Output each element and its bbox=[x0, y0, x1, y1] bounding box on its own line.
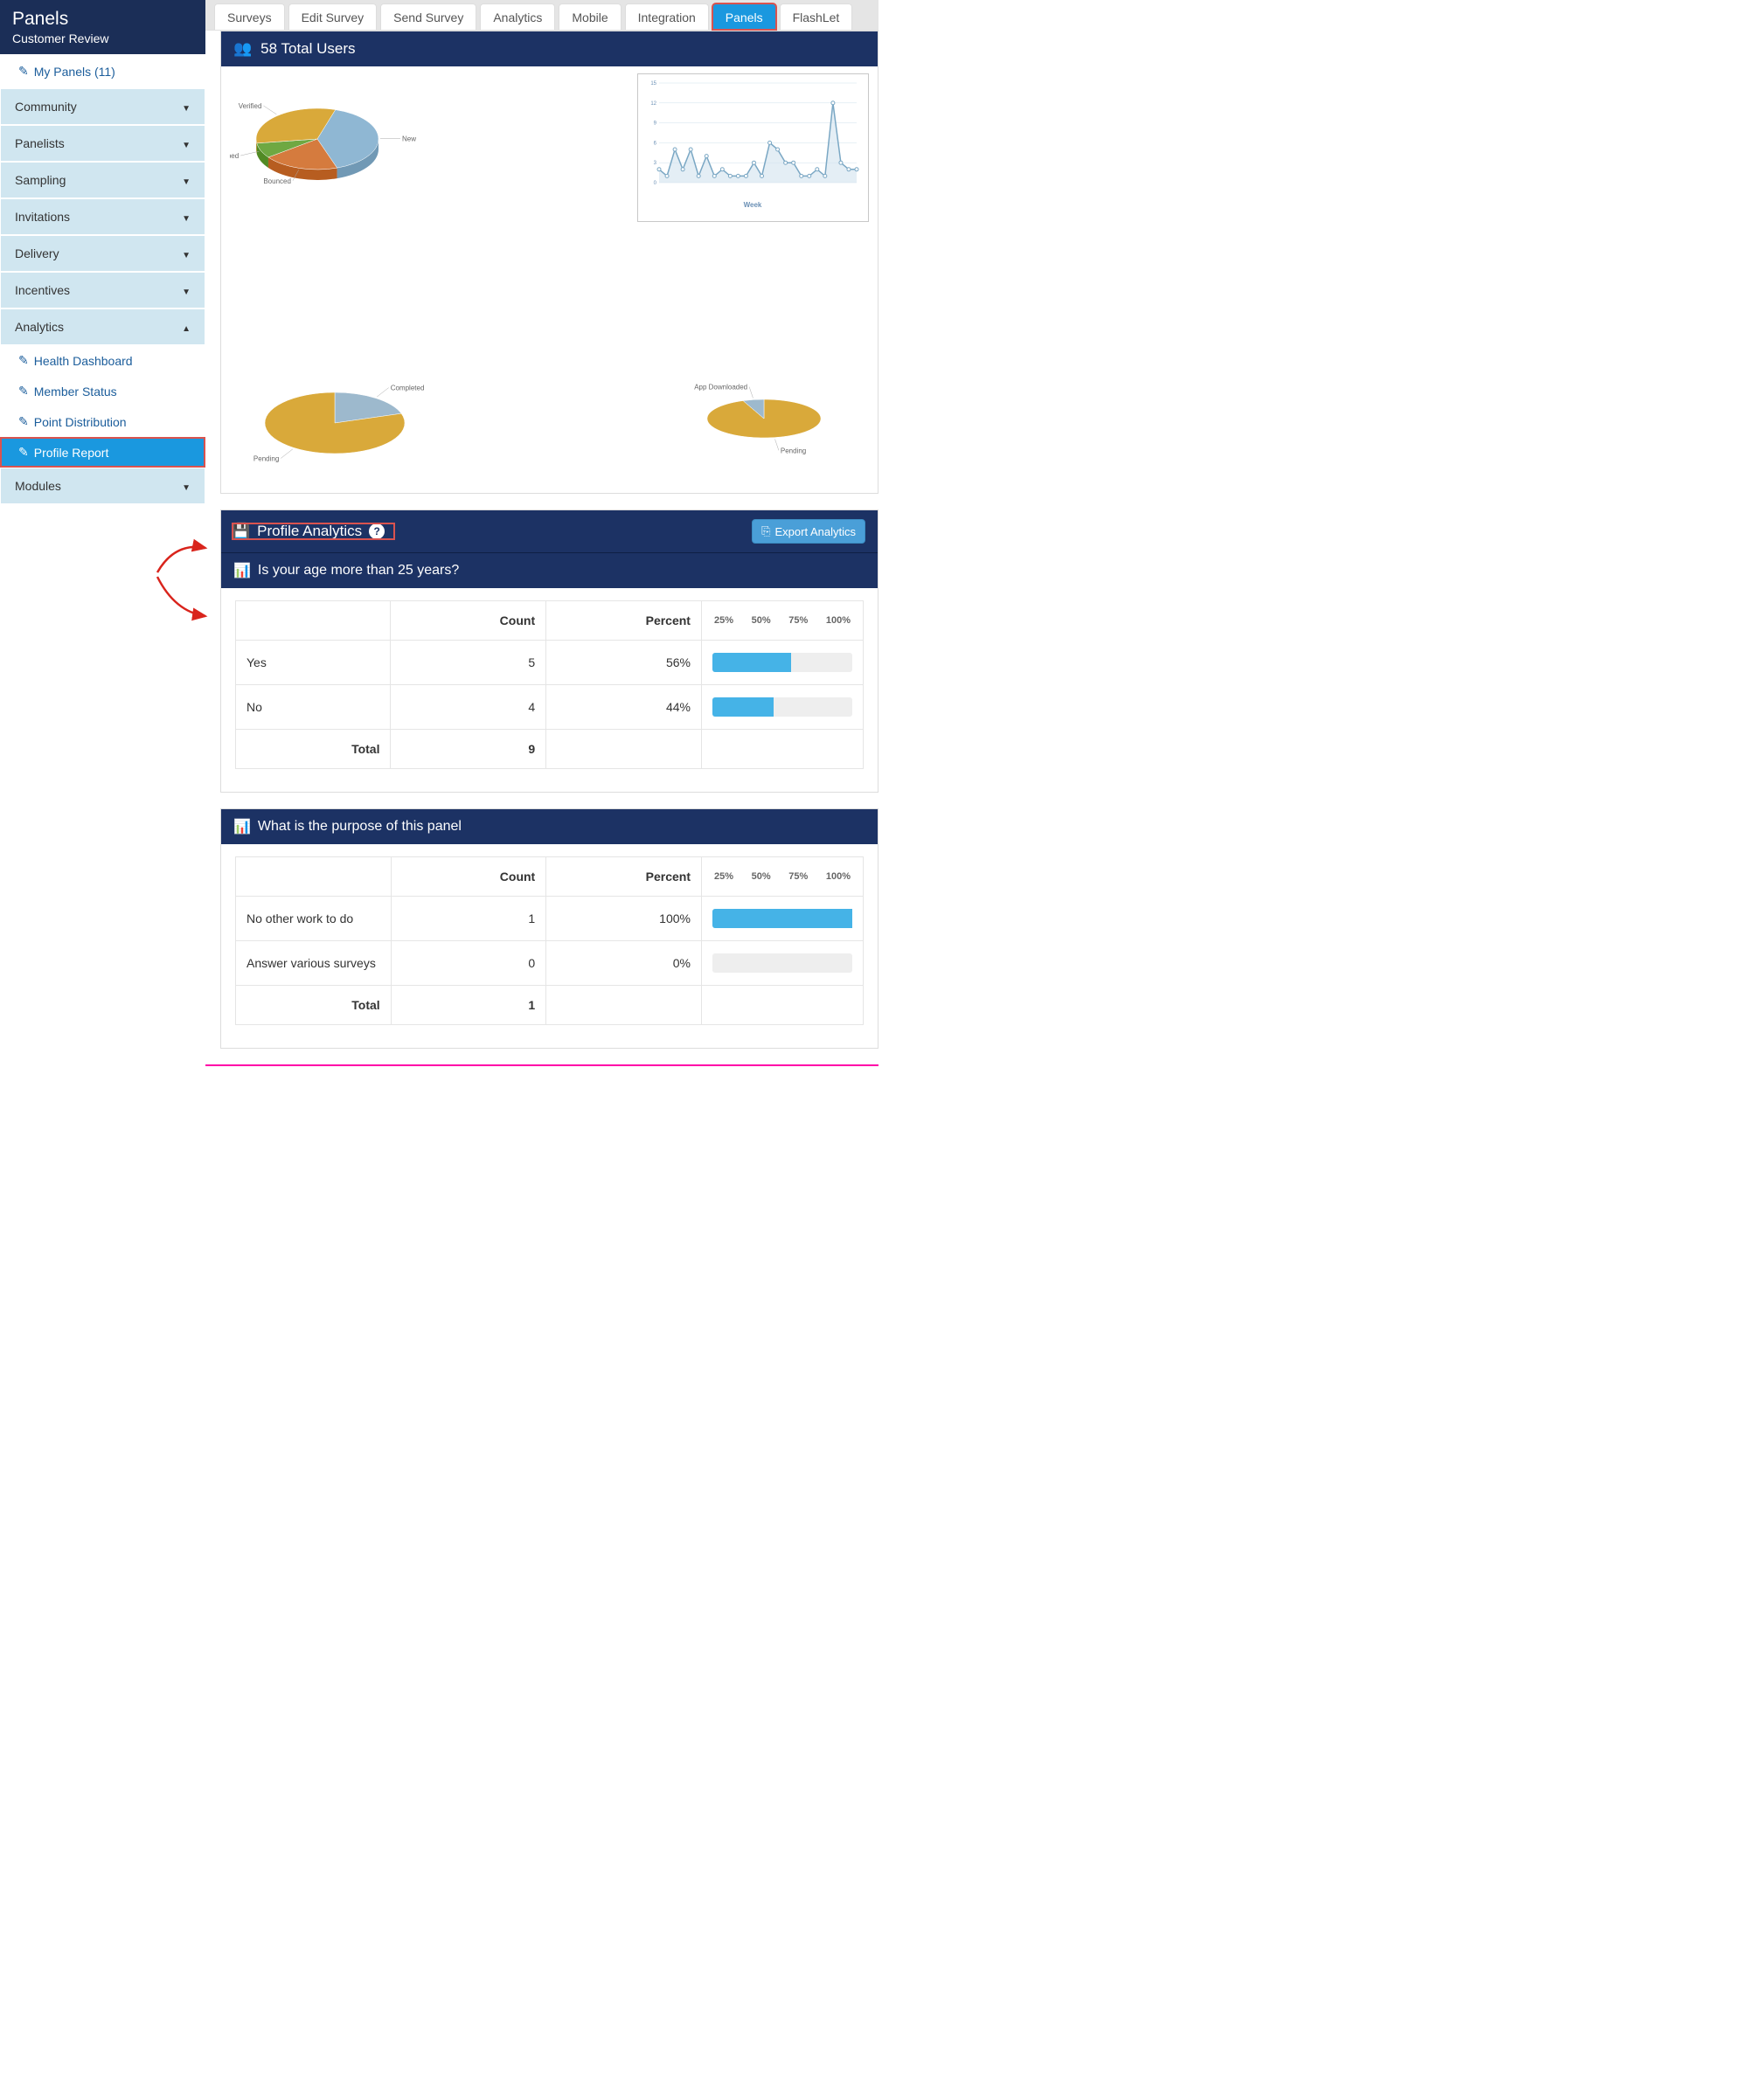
total-users-header: 58 Total Users bbox=[221, 31, 878, 66]
chevron-down-icon bbox=[182, 479, 191, 493]
chevron-up-icon bbox=[182, 320, 191, 334]
chevron-down-icon bbox=[182, 136, 191, 150]
tab-integration[interactable]: Integration bbox=[625, 3, 709, 30]
table-row: No444% bbox=[236, 685, 864, 730]
profile-analytics-title: Profile Analytics bbox=[257, 523, 362, 540]
my-panels-label: My Panels (11) bbox=[34, 65, 115, 79]
line-chart-weeks: 0 3 6 9 12 15 Week bbox=[637, 73, 869, 222]
edit-icon bbox=[18, 384, 29, 399]
chevron-down-icon bbox=[182, 100, 191, 114]
save-icon bbox=[232, 523, 250, 540]
question-1-table: Count Percent 25%50%75%100% Yes556%No444… bbox=[235, 600, 864, 769]
pie-status: New Bounced Unsubscribed Verified bbox=[230, 73, 440, 222]
svg-text:3: 3 bbox=[654, 161, 657, 166]
col-percent: Percent bbox=[546, 857, 702, 897]
export-label: Export Analytics bbox=[775, 525, 857, 538]
table-row: Yes556% bbox=[236, 641, 864, 685]
svg-text:15: 15 bbox=[650, 81, 656, 87]
chevron-down-icon bbox=[182, 283, 191, 297]
col-count: Count bbox=[391, 857, 546, 897]
svg-text:6: 6 bbox=[654, 141, 657, 146]
svg-text:Verified: Verified bbox=[239, 102, 262, 110]
question-2-panel: What is the purpose of this panel Count … bbox=[220, 808, 878, 1049]
col-percent: Percent bbox=[546, 601, 702, 641]
top-tabs: SurveysEdit SurveySend SurveyAnalyticsMo… bbox=[205, 0, 878, 31]
question-1-header: Is your age more than 25 years? bbox=[221, 552, 878, 588]
sidebar-subtitle: Customer Review bbox=[12, 31, 193, 45]
chart-icon bbox=[233, 562, 251, 579]
question-2-title: What is the purpose of this panel bbox=[258, 819, 462, 835]
sidebar-header: Panels Customer Review bbox=[0, 0, 205, 54]
sidebar-section-analytics[interactable]: Analytics bbox=[0, 308, 205, 345]
divider bbox=[205, 1064, 878, 1066]
sidebar-section-modules[interactable]: Modules bbox=[0, 468, 205, 504]
svg-text:App Downloaded: App Downloaded bbox=[694, 384, 747, 392]
sidebar: Panels Customer Review My Panels (11) Co… bbox=[0, 0, 205, 1066]
svg-text:Unsubscribed: Unsubscribed bbox=[230, 152, 239, 160]
sidebar-item-health-dashboard[interactable]: Health Dashboard bbox=[0, 345, 205, 376]
my-panels-link[interactable]: My Panels (11) bbox=[0, 54, 205, 88]
chevron-down-icon bbox=[182, 173, 191, 187]
sidebar-section-incentives[interactable]: Incentives bbox=[0, 272, 205, 308]
sidebar-item-point-distribution[interactable]: Point Distribution bbox=[0, 406, 205, 437]
tab-edit-survey[interactable]: Edit Survey bbox=[288, 3, 378, 30]
sidebar-section-panelists[interactable]: Panelists bbox=[0, 125, 205, 162]
chevron-down-icon bbox=[182, 210, 191, 224]
total-label: Total bbox=[236, 730, 391, 769]
edit-icon bbox=[18, 353, 29, 368]
tab-send-survey[interactable]: Send Survey bbox=[380, 3, 476, 30]
tab-analytics[interactable]: Analytics bbox=[480, 3, 555, 30]
svg-text:9: 9 bbox=[654, 121, 657, 127]
sidebar-item-member-status[interactable]: Member Status bbox=[0, 376, 205, 406]
tab-surveys[interactable]: Surveys bbox=[214, 3, 285, 30]
question-2-table: Count Percent 25%50%75%100% No other wor… bbox=[235, 856, 864, 1025]
sidebar-section-delivery[interactable]: Delivery bbox=[0, 235, 205, 272]
svg-text:Week: Week bbox=[744, 201, 762, 209]
total-value: 1 bbox=[391, 986, 546, 1025]
svg-text:Pending: Pending bbox=[781, 447, 806, 454]
sidebar-section-sampling[interactable]: Sampling bbox=[0, 162, 205, 198]
pie-app: Pending App Downloaded bbox=[659, 371, 869, 475]
tab-flashlet[interactable]: FlashLet bbox=[780, 3, 853, 30]
sidebar-section-invitations[interactable]: Invitations bbox=[0, 198, 205, 235]
users-icon bbox=[233, 40, 252, 58]
edit-icon bbox=[18, 414, 29, 429]
svg-text:Pending: Pending bbox=[253, 454, 279, 462]
question-2-header: What is the purpose of this panel bbox=[221, 809, 878, 844]
profile-analytics-panel: Profile Analytics ? Export Analytics Is … bbox=[220, 509, 878, 793]
file-icon bbox=[761, 524, 770, 538]
tab-mobile[interactable]: Mobile bbox=[559, 3, 621, 30]
total-label: Total bbox=[236, 986, 392, 1025]
svg-text:New: New bbox=[402, 135, 416, 142]
help-icon[interactable]: ? bbox=[369, 523, 385, 539]
edit-icon bbox=[18, 445, 29, 460]
sidebar-section-community[interactable]: Community bbox=[0, 88, 205, 125]
total-value: 9 bbox=[391, 730, 546, 769]
svg-text:12: 12 bbox=[650, 101, 656, 107]
sidebar-title: Panels bbox=[12, 9, 193, 30]
total-users-label: 58 Total Users bbox=[260, 40, 355, 58]
pie-completion: Completed Pending bbox=[230, 371, 475, 475]
question-1-title: Is your age more than 25 years? bbox=[258, 563, 459, 579]
table-row: Answer various surveys00% bbox=[236, 941, 864, 986]
total-users-panel: 58 Total Users New Bounced Unsubscribed Ver… bbox=[220, 31, 878, 494]
tab-panels[interactable]: Panels bbox=[712, 3, 776, 30]
profile-analytics-header: Profile Analytics ? Export Analytics bbox=[221, 510, 878, 552]
svg-text:Bounced: Bounced bbox=[263, 177, 291, 185]
chart-icon bbox=[233, 818, 251, 835]
svg-text:0: 0 bbox=[654, 181, 657, 186]
edit-icon bbox=[18, 64, 29, 79]
svg-text:Completed: Completed bbox=[391, 385, 425, 392]
sidebar-item-profile-report[interactable]: Profile Report bbox=[0, 437, 205, 468]
main: SurveysEdit SurveySend SurveyAnalyticsMo… bbox=[205, 0, 878, 1066]
col-count: Count bbox=[391, 601, 546, 641]
export-analytics-button[interactable]: Export Analytics bbox=[752, 519, 865, 544]
chevron-down-icon bbox=[182, 246, 191, 260]
table-row: No other work to do1100% bbox=[236, 897, 864, 941]
